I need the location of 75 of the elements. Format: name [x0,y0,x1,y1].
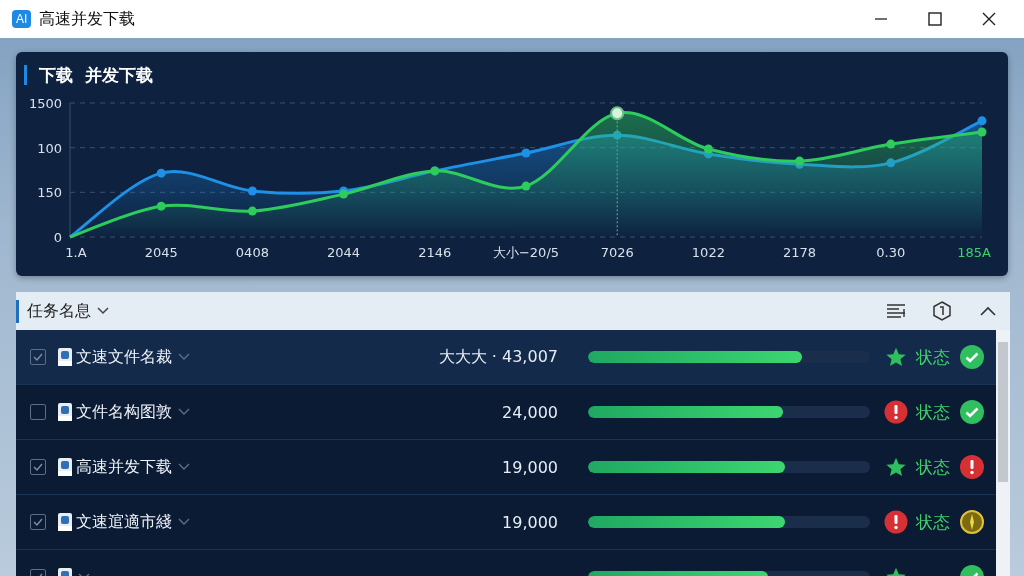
panel-title-dropdown[interactable]: 任务名息 [16,299,115,323]
chevron-icon[interactable] [178,408,190,416]
error-icon [884,510,908,534]
chevron-icon[interactable] [178,463,190,471]
axis-label: 1.A [65,245,87,260]
highlighted-point[interactable] [610,106,625,121]
axis-label: 1500 [28,96,62,111]
axis-label: 150 [37,185,62,201]
file-name: 高速并发下载 [76,456,172,478]
close-icon [982,12,996,26]
chart-point [247,186,257,196]
chart-point [521,181,531,191]
task-row[interactable]: 文速文件名裁 大大大 · 43,007 状态 [16,330,996,385]
axis-label: 0408 [235,245,269,260]
file-name: 文速文件名裁 [76,346,172,368]
info-icon[interactable] [930,299,954,323]
axis-label: 100 [37,140,62,156]
axis-label: 2178 [783,245,817,260]
checkbox[interactable] [30,514,46,530]
chart-point [156,201,166,211]
chart-point [521,148,531,158]
chart-point [886,139,896,149]
file-icon [58,513,72,531]
file-icon [58,348,72,366]
axis-label: 185A [957,245,991,260]
task-row[interactable]: 高速并发下载 19,000 状态 [16,440,996,495]
status-label: 状态 [916,400,950,424]
chart-point [795,156,805,166]
chevron-icon [97,307,109,315]
chart-point [247,206,257,216]
checkbox[interactable] [30,404,46,420]
chart-point [703,144,713,154]
error-icon [960,455,984,479]
axis-label: 0.30 [876,245,906,260]
check-circle-icon [960,345,984,369]
chevron-icon[interactable] [178,353,190,361]
checkbox[interactable] [30,459,46,475]
chart-point [977,116,987,126]
check-circle-icon [960,400,984,424]
status-label: 状态 [916,510,950,534]
axis-label: 1022 [691,245,725,260]
star-icon [885,346,907,368]
axis-label: 0 [53,230,62,245]
chart-point [156,168,166,178]
file-name: 文速逭適市綫 [76,511,172,533]
checkmark-icon [33,352,43,362]
checkmark-icon [33,517,43,527]
maximize-icon [928,12,942,26]
chart-point [977,127,987,137]
chevron-icon[interactable] [178,518,190,526]
axis-label: 2146 [418,245,452,260]
download-count: 19,000 [501,512,558,532]
download-count: 大大大 · 43,007 [437,346,558,368]
error-icon [884,400,908,424]
window-title: 高速并发下载 [39,8,137,30]
axis-label: 2045 [144,245,178,260]
task-row[interactable]: 文速逭適市綫 19,000 状态 [16,495,996,550]
download-count: 24,000 [501,402,558,422]
status-label: 状态 [916,345,950,369]
star-icon [885,456,907,478]
file-icon [58,403,72,421]
scrollbar[interactable] [996,330,1010,576]
file-name: 文件名构图敦 [76,401,172,423]
task-row[interactable]: 文件名构图敦 24,000 状态 [16,385,996,440]
download-count: 19,000 [501,457,558,477]
checkmark-icon [33,462,43,472]
axis-label: 2044 [327,245,361,260]
app-logo: AI [12,10,32,28]
panel-title: 下载 并发下载 [24,65,153,85]
checkbox[interactable] [30,349,46,365]
axis-label: 7026 [600,245,634,260]
file-icon [58,458,72,476]
axis-label: 大小−20/5 [492,245,560,260]
status-label: 状态 [916,455,950,479]
compass-icon [960,510,984,534]
